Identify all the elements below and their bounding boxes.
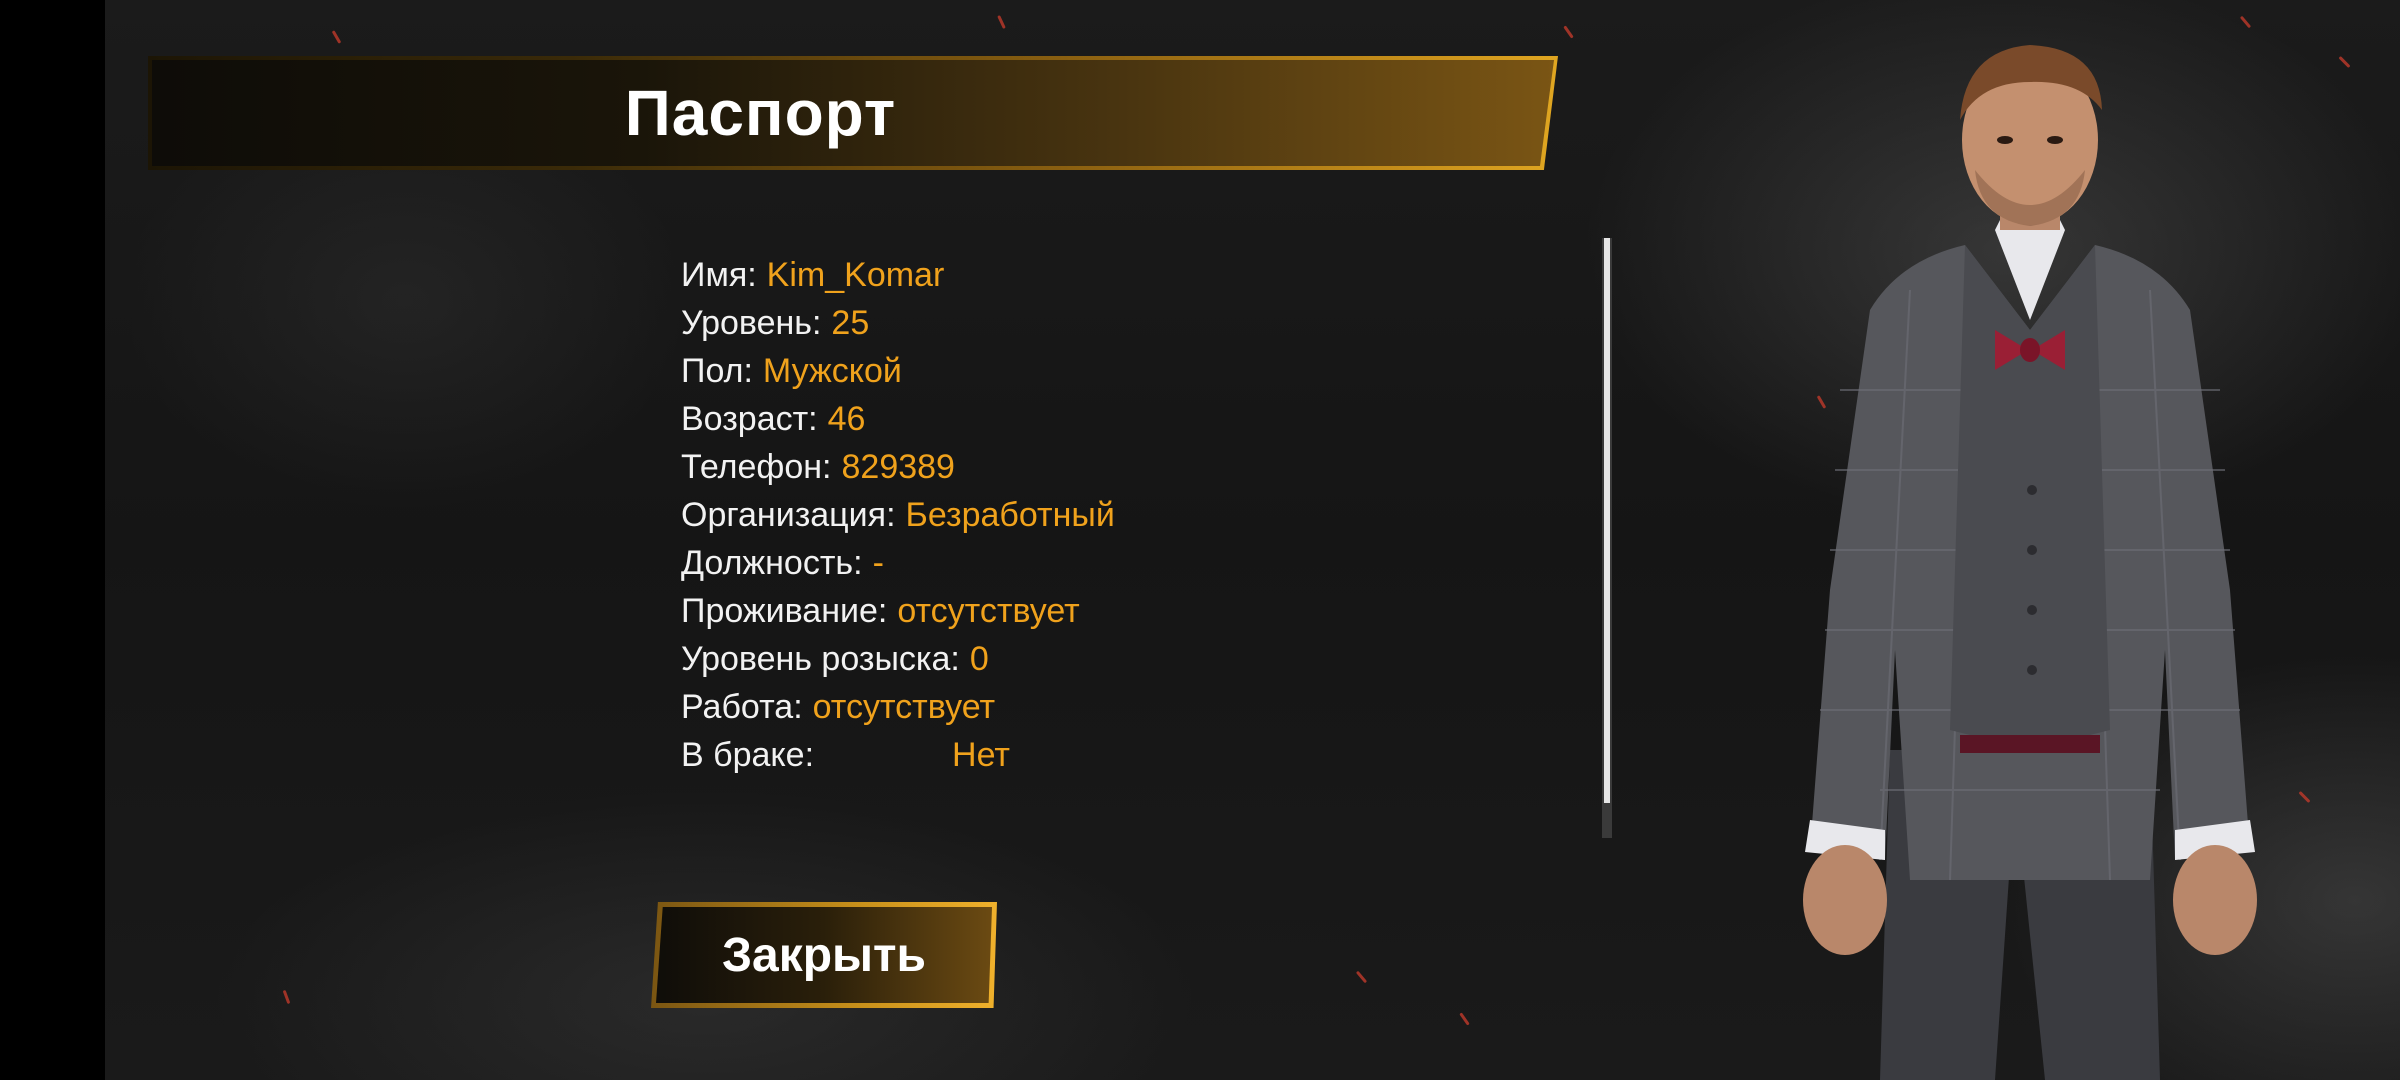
field-gender-row: Пол: Мужской xyxy=(681,347,1581,395)
field-position-row: Должность: - xyxy=(681,539,1581,587)
field-label: Организация: xyxy=(681,495,896,534)
field-label: Проживание: xyxy=(681,591,888,630)
field-job-row: Работа: отсутствует xyxy=(681,683,1581,731)
field-name-row: Имя: Kim_Komar xyxy=(681,251,1581,299)
field-value: - xyxy=(872,543,884,582)
field-value: 25 xyxy=(831,303,870,342)
field-label: Телефон: xyxy=(681,447,832,486)
field-married-row: В браке: Нет xyxy=(681,731,1581,779)
field-label: Работа: xyxy=(681,687,803,726)
close-button[interactable]: Закрыть xyxy=(651,902,997,1008)
title-banner: Паспорт xyxy=(148,56,1558,170)
field-level-row: Уровень: 25 xyxy=(681,299,1581,347)
field-value: отсутствует xyxy=(812,687,996,726)
field-phone-row: Телефон: 829389 xyxy=(681,443,1581,491)
field-value: 829389 xyxy=(841,447,955,486)
passport-info-list: Имя: Kim_Komar Уровень: 25 Пол: Мужской … xyxy=(681,251,1581,779)
field-value: отсутствует xyxy=(897,591,1080,630)
field-organization-row: Организация: Безработный xyxy=(681,491,1581,539)
field-value: Нет xyxy=(952,735,1010,774)
close-button-label[interactable]: Закрыть xyxy=(656,907,992,1003)
field-residence-row: Проживание: отсутствует xyxy=(681,587,1581,635)
field-label: Должность: xyxy=(681,543,863,582)
field-value: 46 xyxy=(827,399,866,438)
field-label: Уровень: xyxy=(681,303,822,342)
field-label: Возраст: xyxy=(681,399,818,438)
scrollbar-thumb[interactable] xyxy=(1604,238,1610,803)
field-wanted-level-row: Уровень розыска: 0 xyxy=(681,635,1581,683)
info-scrollbar[interactable] xyxy=(1602,238,1612,838)
field-label: Имя: xyxy=(681,255,757,294)
field-label: В браке: xyxy=(681,735,815,774)
field-value: Kim_Komar xyxy=(766,255,945,294)
field-value: 0 xyxy=(969,639,989,678)
passport-screen: Паспорт Имя: Kim_Komar Уровень: 25 Пол: … xyxy=(0,0,2400,1080)
field-value: Мужской xyxy=(762,351,902,390)
field-value: Безработный xyxy=(905,495,1115,534)
field-label: Уровень розыска: xyxy=(681,639,960,678)
field-age-row: Возраст: 46 xyxy=(681,395,1581,443)
field-label: Пол: xyxy=(681,351,753,390)
character-model xyxy=(1803,45,2257,1080)
page-title: Паспорт xyxy=(624,77,897,149)
